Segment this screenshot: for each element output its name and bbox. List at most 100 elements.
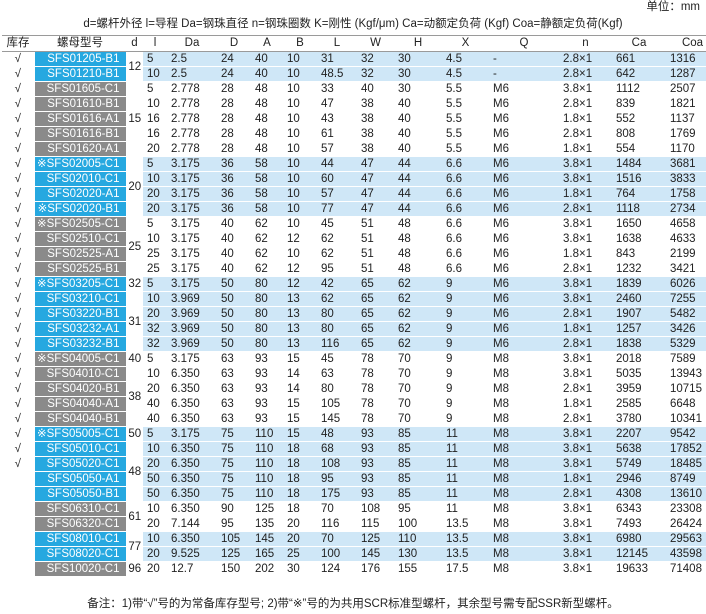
dim-b: 13 [283,306,317,322]
thread-q: M6 [489,186,559,202]
dynamic-load-ca: 1484 [612,156,666,172]
ball-diameter: 3.175 [167,426,217,442]
dim-a: 48 [251,141,283,157]
dim-x: 5.5 [442,111,489,127]
model-number: SFS08020-C1 [33,546,127,562]
dim-h: 85 [394,486,442,502]
ball-diameter: 3.969 [167,306,217,322]
dim-a: 110 [251,471,283,487]
dim-h: 70 [394,396,442,412]
dim-b: 25 [283,546,317,562]
table-row: √ SFS01610-B1 10 2.778 28 48 10 47 38 40 5.5 M6 2.8×… [2,96,706,112]
screw-diameter: 25 [126,216,143,277]
circuits-n: 2.8×1 [559,51,612,67]
flange-width: 93 [357,441,394,457]
lead: 20 [143,456,167,472]
dim-x: 6.6 [442,171,489,187]
flange-width: 65 [357,336,394,352]
lead: 5 [143,351,167,367]
dim-x: 11 [442,426,489,442]
dim-b: 10 [283,66,317,82]
thread-q: M6 [489,111,559,127]
model-number: SFS01205-B1 [33,51,127,67]
dim-b: 10 [283,141,317,157]
table-group: √ SFS01205-B1 12 5 2.5 24 40 10 31 32 30 4.5-2.8×1 6… [2,51,706,82]
stock-mark: √ [2,216,34,232]
dim-b: 10 [283,186,317,202]
table-row: √ ※SFS02505-C1 25 5 3.175 40 62 10 45 51 48 6.6 M6 3.… [2,216,706,277]
static-load-coa: 3426 [666,321,706,337]
dim-a: 48 [251,81,283,97]
dim-x: 5.5 [442,96,489,112]
dynamic-load-ca: 1838 [612,336,666,352]
static-load-coa: 71408 [666,561,706,577]
stock-mark: √ [2,351,34,367]
header-da: Da [167,35,217,52]
lead: 20 [143,306,167,322]
circuits-n: 1.8×1 [559,141,612,157]
stock-mark: √ [2,321,34,337]
table-group: √ SFS05010-C1 48 10 6.350 75 110 18 68 93 85 11 M8 3.… [2,441,706,502]
screw-diameter: 12 [126,51,143,82]
ball-diameter: 3.175 [167,186,217,202]
stock-mark: √ [2,366,34,382]
dim-a: 58 [251,201,283,217]
model-number: SFS01620-A1 [33,141,127,157]
spec-sheet: 单位：mm d=螺杆外径 l=导程 Da=钢珠直径 n=钢珠圈数 K=刚性 (K… [0,0,706,614]
lead: 10 [143,291,167,307]
nut-length: 80 [317,321,357,337]
thread-q: M6 [489,216,559,232]
circuits-n: 3.8×1 [559,171,612,187]
static-load-coa: 43598 [666,546,706,562]
dim-x: 11 [442,486,489,502]
ball-diameter: 3.175 [167,276,217,292]
screw-diameter: 48 [126,441,143,502]
nut-diameter: 24 [217,66,251,82]
dim-a: 58 [251,171,283,187]
static-load-coa: 13943 [666,366,706,382]
dynamic-load-ca: 1839 [612,276,666,292]
dynamic-load-ca: 1650 [612,216,666,232]
dim-h: 62 [394,321,442,337]
thread-q: M8 [489,531,559,547]
model-number: SFS03232-B1 [33,336,127,352]
circuits-n: 1.8×1 [559,396,612,412]
thread-q: M8 [489,396,559,412]
dim-h: 40 [394,96,442,112]
dim-x: 11 [442,456,489,472]
dim-h: 30 [394,66,442,82]
dim-a: 48 [251,126,283,142]
dim-h: 155 [394,561,442,577]
header-d: d [126,35,143,52]
model-number: SFS06310-C1 [33,501,127,517]
ball-diameter: 3.969 [167,321,217,337]
dynamic-load-ca: 554 [612,141,666,157]
ball-diameter: 6.350 [167,456,217,472]
circuits-n: 3.8×1 [559,441,612,457]
header-stock: 库存 [2,35,34,52]
nut-length: 70 [317,501,357,517]
nut-length: 57 [317,186,357,202]
table-row: √ SFS01210-B1 10 2.5 24 40 10 48.5 32 30 4.5-2.8×1… [2,66,706,82]
dim-x: 13.5 [442,531,489,547]
dim-h: 48 [394,231,442,247]
screw-diameter: 38 [126,366,143,427]
model-number: SFS06320-C1 [33,516,127,532]
ball-diameter: 3.175 [167,351,217,367]
static-load-coa: 2734 [666,201,706,217]
dim-b: 10 [283,96,317,112]
dim-h: 48 [394,246,442,262]
dim-b: 10 [283,51,317,67]
ball-diameter: 3.175 [167,171,217,187]
flange-width: 145 [357,546,394,562]
screw-diameter: 77 [126,531,143,562]
dim-h: 62 [394,276,442,292]
dim-h: 85 [394,471,442,487]
nut-diameter: 36 [217,156,251,172]
nut-diameter: 63 [217,411,251,427]
dim-a: 145 [251,531,283,547]
lead: 10 [143,531,167,547]
thread-q: M8 [489,381,559,397]
table-group: √ SFS04010-C1 38 10 6.350 63 93 14 63 78 70 9 M8 3.8×… [2,366,706,427]
nut-diameter: 75 [217,456,251,472]
